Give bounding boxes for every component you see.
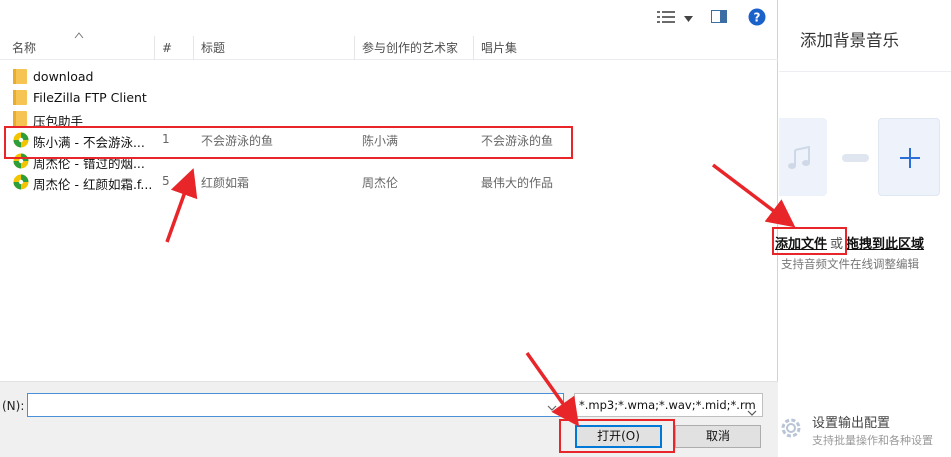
filename-input[interactable]	[27, 393, 564, 417]
file-row[interactable]: download	[0, 66, 778, 87]
filename-dropdown-icon[interactable]	[547, 401, 557, 411]
help-icon: ?	[748, 8, 766, 29]
chevron-down-icon	[747, 402, 757, 416]
music-note-icon	[787, 145, 813, 173]
track-title: 红颜如霜	[201, 176, 250, 190]
view-options-button[interactable]	[654, 8, 696, 28]
column-header-artist[interactable]: 参与创作的艺术家	[355, 36, 474, 60]
column-header-number[interactable]: #	[155, 36, 194, 60]
dialog-toolbar: ?	[0, 0, 778, 36]
file-type-select[interactable]: *.mp3;*.wma;*.wav;*.mid;*.rm	[574, 393, 763, 417]
track-album: 最伟大的作品	[481, 176, 554, 190]
add-music-button[interactable]	[878, 118, 940, 196]
file-open-dialog: ? 名称 # 标题 参与创作的艺术家 唱片集 download FileZill…	[0, 0, 778, 457]
preview-pane-icon	[711, 10, 727, 26]
music-file-placeholder	[779, 118, 827, 196]
folder-icon	[13, 90, 29, 105]
chevron-down-icon	[684, 11, 693, 25]
selected-file-highlight	[4, 126, 573, 159]
details-view-icon	[657, 10, 675, 27]
column-header-album[interactable]: 唱片集	[474, 36, 778, 60]
file-name: 周杰伦 - 红颜如霜.f...	[33, 177, 153, 192]
column-header-title[interactable]: 标题	[194, 36, 355, 60]
output-settings-subtitle: 支持批量操作和各种设置	[812, 434, 933, 447]
divider	[779, 71, 951, 72]
folder-icon	[13, 111, 29, 126]
filename-label: (N):	[2, 399, 25, 413]
track-artist: 周杰伦	[362, 176, 399, 190]
file-name: FileZilla FTP Client	[33, 90, 147, 105]
file-row[interactable]: FileZilla FTP Client	[0, 87, 778, 108]
preview-pane-button[interactable]	[708, 8, 730, 28]
file-name: download	[33, 69, 94, 84]
track-number: 5	[162, 174, 170, 188]
cancel-button[interactable]: 取消	[675, 425, 761, 448]
folder-icon	[13, 69, 29, 84]
connector-dash	[842, 154, 869, 162]
svg-text:?: ?	[754, 10, 761, 24]
sort-ascending-icon	[74, 28, 84, 39]
panel-title: 添加背景音乐	[800, 31, 899, 50]
plus-icon	[900, 148, 920, 168]
column-header-name[interactable]: 名称	[0, 36, 155, 60]
help-button[interactable]: ?	[746, 8, 768, 28]
drag-here-link[interactable]: 拖拽到此区域	[846, 237, 924, 252]
file-type-value: *.mp3;*.wma;*.wav;*.mid;*.rm	[579, 398, 756, 412]
file-row[interactable]: 周杰伦 - 红颜如霜.f... 5 红颜如霜 周杰伦 最伟大的作品	[0, 171, 778, 192]
audio-file-icon	[13, 174, 29, 190]
add-file-highlight	[772, 227, 847, 255]
settings-gear-icon[interactable]	[779, 416, 803, 440]
output-settings-title[interactable]: 设置输出配置	[812, 412, 890, 431]
audio-edit-hint: 支持音频文件在线调整编辑	[781, 257, 919, 271]
open-button-highlight	[559, 419, 675, 453]
column-header-row: 名称 # 标题 参与创作的艺术家 唱片集	[0, 36, 778, 60]
